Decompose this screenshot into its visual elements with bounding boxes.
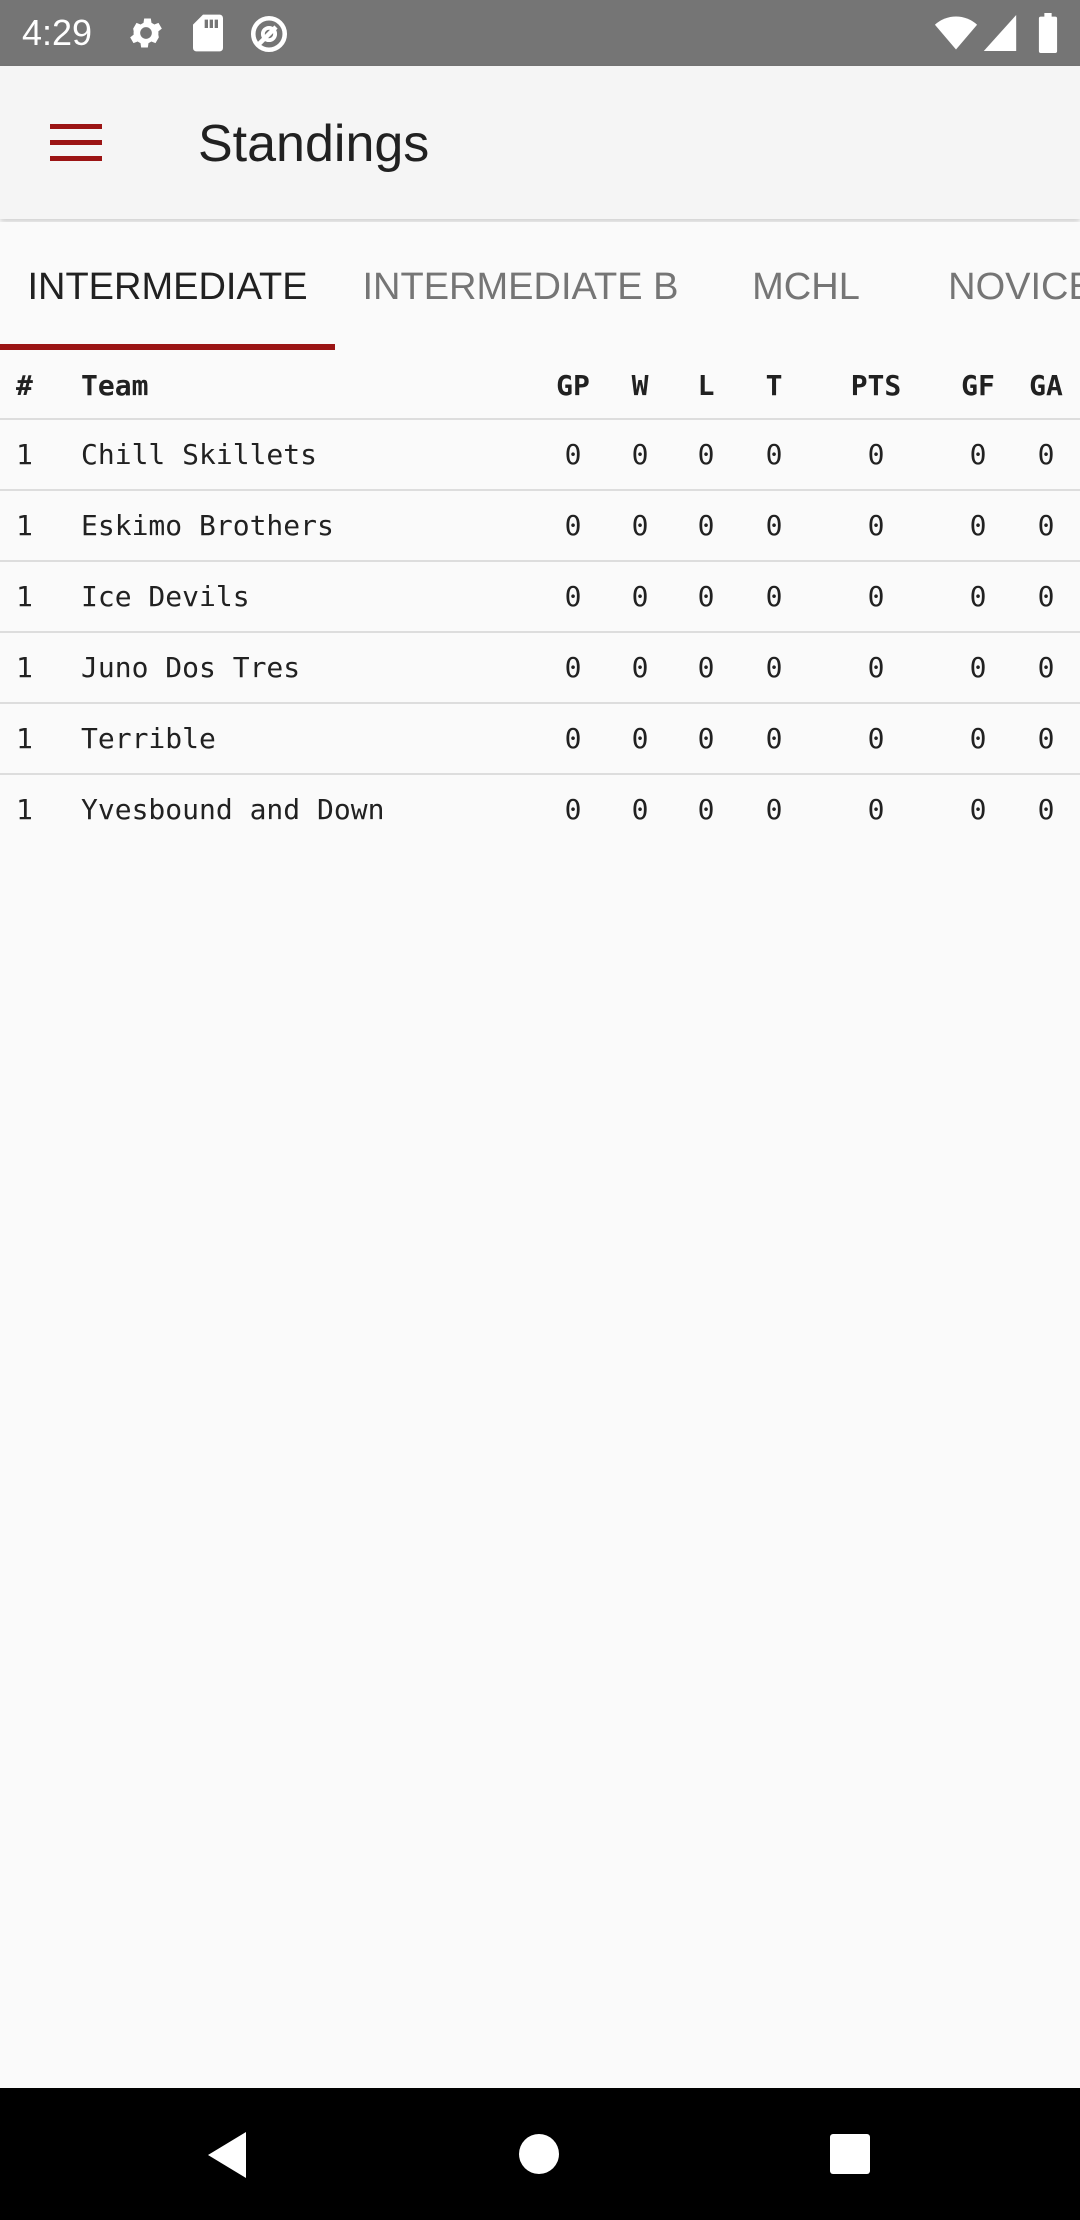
recents-icon[interactable]: [829, 2133, 871, 2175]
table-row[interactable]: 1 Ice Devils 0 0 0 0 0 0 0: [0, 562, 1080, 633]
row-w: 0: [631, 722, 649, 755]
row-pts: 0: [867, 438, 885, 471]
table-row[interactable]: 1 Chill Skillets 0 0 0 0 0 0 0: [0, 420, 1080, 491]
tab-mchl[interactable]: MCHL: [706, 222, 906, 352]
row-pts: 0: [867, 651, 885, 684]
row-team: Yvesbound and Down: [81, 793, 385, 826]
tab-indicator: [0, 344, 335, 350]
row-team: Terrible: [81, 722, 216, 755]
row-l: 0: [697, 438, 715, 471]
row-l: 0: [697, 722, 715, 755]
row-w: 0: [631, 438, 649, 471]
row-rank: 1: [16, 509, 33, 542]
row-gf: 0: [969, 793, 987, 826]
tab-novice[interactable]: NOVICE: [906, 222, 1080, 352]
header-l: L: [697, 368, 715, 402]
row-rank: 1: [16, 722, 33, 755]
header-pts: PTS: [850, 368, 902, 402]
sync-icon: [250, 15, 288, 53]
row-gf: 0: [969, 722, 987, 755]
row-ga: 0: [1037, 509, 1055, 542]
row-gp: 0: [564, 722, 582, 755]
row-gf: 0: [969, 580, 987, 613]
settings-icon: [130, 18, 162, 48]
header-rank: #: [16, 368, 33, 402]
row-l: 0: [697, 580, 715, 613]
row-w: 0: [631, 509, 649, 542]
header-w: W: [631, 368, 649, 402]
row-gf: 0: [969, 509, 987, 542]
wifi-icon: [934, 16, 978, 50]
row-ga: 0: [1037, 580, 1055, 613]
header-t: T: [765, 368, 783, 402]
division-tabs: INTERMEDIATE INTERMEDIATE B MCHL NOVICE: [0, 222, 1080, 352]
header-team: Team: [81, 368, 149, 402]
navigation-bar: [0, 2088, 1080, 2220]
table-row[interactable]: 1 Terrible 0 0 0 0 0 0 0: [0, 704, 1080, 775]
row-team: Eskimo Brothers: [81, 509, 334, 542]
header-gp: GP: [556, 368, 590, 402]
sd-card-icon: [193, 14, 223, 52]
header-ga: GA: [1029, 368, 1063, 402]
row-pts: 0: [867, 509, 885, 542]
row-team: Ice Devils: [81, 580, 250, 613]
row-ga: 0: [1037, 438, 1055, 471]
table-row[interactable]: 1 Eskimo Brothers 0 0 0 0 0 0 0: [0, 491, 1080, 562]
row-pts: 0: [867, 722, 885, 755]
row-pts: 0: [867, 580, 885, 613]
row-t: 0: [765, 580, 783, 613]
status-time: 4:29: [22, 12, 93, 53]
row-w: 0: [631, 580, 649, 613]
back-icon[interactable]: [204, 2130, 250, 2180]
row-gp: 0: [564, 438, 582, 471]
row-l: 0: [697, 651, 715, 684]
tab-intermediate-b[interactable]: INTERMEDIATE B: [335, 222, 706, 352]
row-rank: 1: [16, 793, 33, 826]
signal-icon: [983, 15, 1017, 51]
table-header: # Team GP W L T PTS GF GA: [0, 352, 1080, 420]
row-l: 0: [697, 509, 715, 542]
table-row[interactable]: 1 Juno Dos Tres 0 0 0 0 0 0 0: [0, 633, 1080, 704]
standings-table: # Team GP W L T PTS GF GA 1 Chill Skille…: [0, 352, 1080, 844]
row-team: Chill Skillets: [81, 438, 318, 471]
row-rank: 1: [16, 580, 33, 613]
row-w: 0: [631, 651, 649, 684]
row-t: 0: [765, 509, 783, 542]
page-title: Standings: [198, 115, 430, 173]
home-icon[interactable]: [518, 2133, 560, 2175]
row-rank: 1: [16, 438, 33, 471]
row-t: 0: [765, 722, 783, 755]
row-gp: 0: [564, 509, 582, 542]
row-gp: 0: [564, 580, 582, 613]
app-bar: Standings: [0, 66, 1080, 219]
tab-intermediate[interactable]: INTERMEDIATE: [0, 222, 335, 352]
row-gf: 0: [969, 651, 987, 684]
menu-icon[interactable]: [50, 124, 104, 162]
row-w: 0: [631, 793, 649, 826]
row-gf: 0: [969, 438, 987, 471]
row-t: 0: [765, 438, 783, 471]
row-gp: 0: [564, 793, 582, 826]
row-ga: 0: [1037, 793, 1055, 826]
table-row[interactable]: 1 Yvesbound and Down 0 0 0 0 0 0 0: [0, 775, 1080, 844]
row-t: 0: [765, 793, 783, 826]
row-l: 0: [697, 793, 715, 826]
row-ga: 0: [1037, 651, 1055, 684]
row-ga: 0: [1037, 722, 1055, 755]
row-gp: 0: [564, 651, 582, 684]
row-rank: 1: [16, 651, 33, 684]
header-gf: GF: [961, 368, 995, 402]
row-t: 0: [765, 651, 783, 684]
battery-icon: [1038, 13, 1058, 53]
row-pts: 0: [867, 793, 885, 826]
row-team: Juno Dos Tres: [81, 651, 301, 684]
status-bar: 4:29: [0, 0, 1080, 66]
